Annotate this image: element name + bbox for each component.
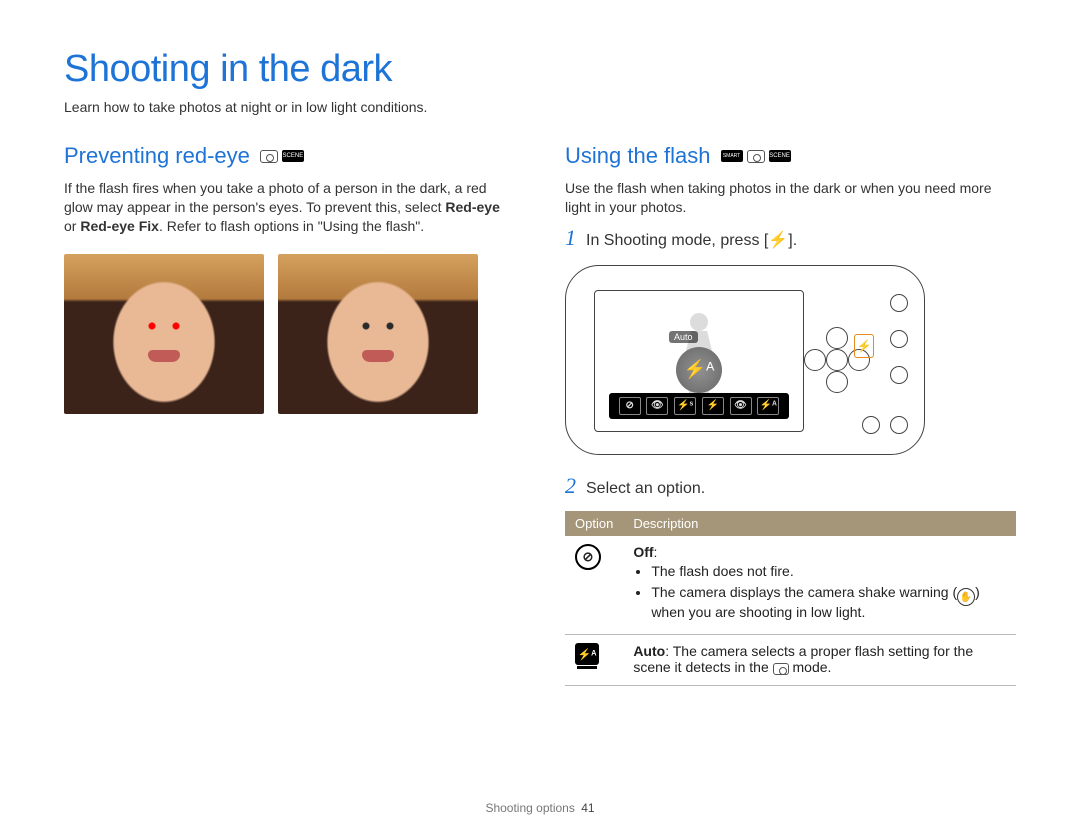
redeye-example-photos	[64, 254, 515, 414]
footer-section: Shooting options	[485, 801, 574, 815]
section-heading-text: Using the flash	[565, 143, 711, 169]
right-column: Using the flash SMART SCENE Use the flas…	[565, 143, 1016, 686]
option-title: Auto	[633, 643, 665, 659]
text-fragment: ].	[788, 232, 797, 249]
col-header-description: Description	[623, 511, 1016, 536]
mode-icons-redeye: SCENE	[260, 150, 304, 163]
scene-mode-icon: SCENE	[769, 150, 791, 162]
section-heading-using-flash: Using the flash SMART SCENE	[565, 143, 1016, 169]
step-1: 1 In Shooting mode, press [⚡].	[565, 225, 1016, 251]
flash-auto-indicator: Auto ⚡ᴬ	[665, 327, 733, 373]
camera-lcd: Auto ⚡ᴬ ⊘ 👁 ⚡ˢ ⚡ 👁 ⚡ᴬ	[594, 290, 804, 432]
round-button-icon	[890, 330, 908, 348]
table-row: ⊘ Off: The flash does not fire. The came…	[565, 536, 1016, 635]
redeye-body: If the flash fires when you take a photo…	[64, 179, 515, 236]
text-fragment: . Refer to flash options in "Using the f…	[159, 218, 424, 234]
page-intro: Learn how to take photos at night or in …	[64, 99, 1016, 115]
round-button-icon	[862, 416, 880, 434]
camera-shake-icon: ✋	[957, 588, 975, 606]
flash-off-icon: ⊘	[575, 544, 601, 570]
flash-hardware-button-highlight: ⚡	[854, 334, 874, 358]
scene-mode-icon: SCENE	[282, 150, 304, 162]
round-button-icon	[890, 416, 908, 434]
flash-option-auto-icon: ⚡ᴬ	[757, 397, 779, 415]
d-pad-down-icon	[826, 371, 848, 393]
step-2: 2 Select an option.	[565, 473, 1016, 499]
flash-options-bar: ⊘ 👁 ⚡ˢ ⚡ 👁 ⚡ᴬ	[609, 393, 789, 419]
photo-red-eye-before	[64, 254, 264, 414]
step-number: 1	[565, 225, 576, 251]
flash-smart-auto-icon: ⚡ᴬ	[575, 643, 599, 665]
page-title: Shooting in the dark	[64, 48, 1016, 91]
step-1-text: In Shooting mode, press [⚡].	[586, 230, 797, 250]
d-pad-left-icon	[804, 349, 826, 371]
auto-label: Auto	[669, 331, 698, 343]
photo-red-eye-after	[278, 254, 478, 414]
manual-page: Shooting in the dark Learn how to take p…	[0, 0, 1080, 835]
text-fragment: If the flash fires when you take a photo…	[64, 180, 487, 215]
option-description-cell: Auto: The camera selects a proper flash …	[623, 635, 1016, 686]
flash-option-redeyefix-icon: 👁	[730, 397, 752, 415]
col-header-option: Option	[565, 511, 623, 536]
list-item: The flash does not fire.	[651, 562, 1006, 581]
flash-option-redeye-icon: 👁	[646, 397, 668, 415]
option-description-cell: Off: The flash does not fire. The camera…	[623, 536, 1016, 635]
option-icon-cell: ⊘	[565, 536, 623, 635]
round-button-icon	[890, 294, 908, 312]
flash-body: Use the flash when taking photos in the …	[565, 179, 1016, 217]
step-2-text: Select an option.	[586, 480, 705, 498]
option-icon-cell: ⚡ᴬ	[565, 635, 623, 686]
step-number: 2	[565, 473, 576, 499]
d-pad-up-icon	[826, 327, 848, 349]
flash-option-off-icon: ⊘	[619, 397, 641, 415]
flash-button-icon: ⚡	[768, 232, 788, 249]
footer-page-number: 41	[581, 801, 594, 815]
flash-options-table: Option Description ⊘ Off: The flash does…	[565, 511, 1016, 687]
text-fragment: In Shooting mode, press [	[586, 232, 768, 249]
option-bullets: The flash does not fire. The camera disp…	[651, 562, 1006, 623]
side-buttons	[890, 294, 908, 384]
table-row: ⚡ᴬ Auto: The camera selects a proper fla…	[565, 635, 1016, 686]
columns: Preventing red-eye SCENE If the flash fi…	[64, 143, 1016, 686]
camera-mode-icon	[747, 150, 765, 163]
option-title: Off	[633, 544, 653, 560]
page-footer: Shooting options 41	[64, 801, 1016, 815]
flash-option-fill-icon: ⚡	[702, 397, 724, 415]
corner-buttons	[862, 416, 908, 434]
mode-icons-flash: SMART SCENE	[721, 150, 791, 163]
bold-red-eye: Red-eye	[445, 199, 499, 215]
section-heading-text: Preventing red-eye	[64, 143, 250, 169]
camera-mode-icon	[773, 663, 789, 675]
d-pad-ok-icon	[826, 349, 848, 371]
smart-auto-mode-icon: SMART	[721, 150, 743, 162]
flash-auto-icon: ⚡ᴬ	[676, 347, 722, 393]
text-fragment: mode.	[789, 659, 832, 675]
flash-option-slowsync-icon: ⚡ˢ	[674, 397, 696, 415]
camera-rear-diagram: Auto ⚡ᴬ ⊘ 👁 ⚡ˢ ⚡ 👁 ⚡ᴬ	[565, 265, 925, 455]
smart-auto-inline-icon	[773, 663, 789, 675]
list-item: The camera displays the camera shake war…	[651, 583, 1006, 623]
text-fragment: or	[64, 218, 80, 234]
camera-mode-icon	[260, 150, 278, 163]
bold-red-eye-fix: Red-eye Fix	[80, 218, 159, 234]
section-heading-preventing-red-eye: Preventing red-eye SCENE	[64, 143, 515, 169]
round-button-icon	[890, 366, 908, 384]
left-column: Preventing red-eye SCENE If the flash fi…	[64, 143, 515, 686]
